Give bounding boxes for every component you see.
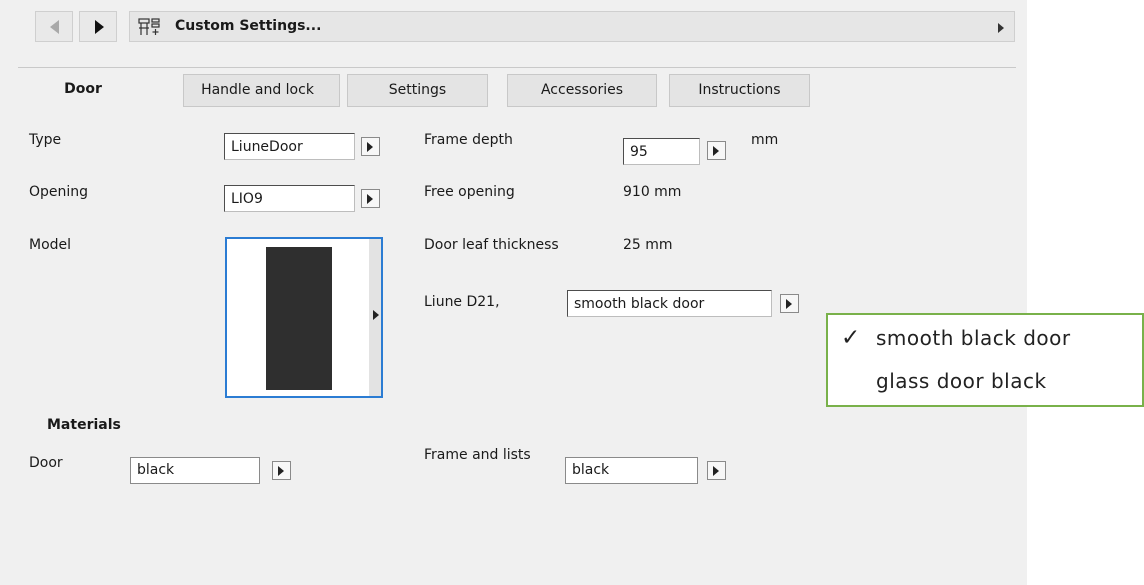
door-material-menu-button[interactable]	[272, 461, 291, 480]
model-scroll-strip[interactable]	[369, 239, 381, 396]
materials-heading: Materials	[47, 417, 121, 433]
frame-material-field[interactable]: black	[565, 457, 698, 484]
triangle-right-icon	[786, 299, 792, 309]
divider	[18, 67, 1016, 68]
custom-settings-icon	[138, 18, 160, 35]
frame-material-menu-button[interactable]	[707, 461, 726, 480]
popup-option-glass-door-black[interactable]: glass door black	[876, 369, 1047, 393]
triangle-right-icon	[373, 310, 379, 320]
frame-depth-menu-button[interactable]	[707, 141, 726, 160]
frame-depth-field[interactable]: 95	[623, 138, 700, 165]
liune-label: Liune D21,	[424, 294, 500, 310]
liune-finish-field[interactable]: smooth black door	[567, 290, 772, 317]
checkmark-icon: ✓	[841, 325, 861, 351]
triangle-right-icon	[713, 146, 719, 156]
triangle-right-icon	[367, 194, 373, 204]
settings-title-bar[interactable]: Custom Settings...	[129, 11, 1015, 42]
type-menu-button[interactable]	[361, 137, 380, 156]
free-opening-label: Free opening	[424, 184, 515, 200]
tab-accessories[interactable]: Accessories	[507, 74, 657, 107]
liune-finish-menu-button[interactable]	[780, 294, 799, 313]
door-material-field[interactable]: black	[130, 457, 260, 484]
tab-handle-and-lock[interactable]: Handle and lock	[183, 74, 340, 107]
model-label: Model	[29, 237, 72, 253]
frame-and-lists-label: Frame and lists	[424, 447, 531, 463]
frame-depth-unit: mm	[751, 132, 779, 148]
tab-settings[interactable]: Settings	[347, 74, 488, 107]
triangle-right-icon	[713, 466, 719, 476]
triangle-right-icon	[278, 466, 284, 476]
model-preview[interactable]	[225, 237, 383, 398]
finish-popup-menu: ✓ smooth black door glass door black	[826, 313, 1144, 407]
door-preview-icon	[266, 247, 332, 390]
opening-menu-button[interactable]	[361, 189, 380, 208]
back-button[interactable]	[35, 11, 73, 42]
triangle-right-icon	[367, 142, 373, 152]
opening-field[interactable]: LIO9	[224, 185, 355, 212]
arrow-right-icon	[95, 20, 104, 34]
opening-label: Opening	[29, 184, 89, 200]
door-leaf-thickness-value: 25 mm	[623, 237, 673, 253]
tab-instructions[interactable]: Instructions	[669, 74, 810, 107]
type-label: Type	[29, 132, 62, 148]
arrow-left-icon	[50, 20, 59, 34]
popup-option-smooth-black-door[interactable]: smooth black door	[876, 326, 1071, 350]
type-field[interactable]: LiuneDoor	[224, 133, 355, 160]
forward-button[interactable]	[79, 11, 117, 42]
frame-depth-label: Frame depth	[424, 132, 513, 148]
free-opening-value: 910 mm	[623, 184, 682, 200]
chevron-right-icon[interactable]	[998, 23, 1004, 33]
tab-door[interactable]: Door	[38, 74, 128, 107]
settings-panel: Custom Settings... Door Handle and lock …	[0, 0, 1027, 585]
door-leaf-thickness-label: Door leaf thickness	[424, 237, 559, 253]
door-material-label: Door	[29, 455, 63, 471]
settings-title: Custom Settings...	[175, 18, 322, 34]
